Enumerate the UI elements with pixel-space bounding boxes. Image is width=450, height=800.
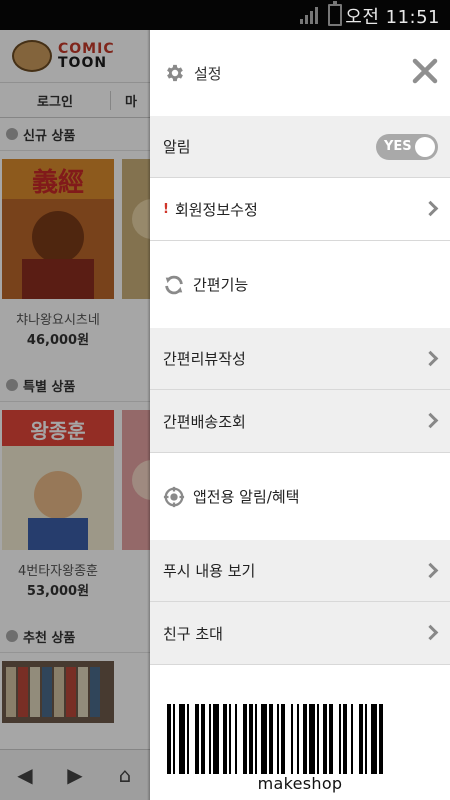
target-icon (163, 486, 185, 507)
chevron-right-icon (422, 412, 439, 429)
chevron-right-icon (422, 200, 439, 217)
notification-label: 알림 (163, 138, 191, 156)
drawer-header: 설정 (150, 30, 450, 116)
quick-features-header: 간편기능 (150, 241, 450, 328)
gear-icon (167, 64, 183, 82)
edit-member-info-label: 회원정보수정 (174, 200, 258, 219)
push-content-label: 푸시 내용 보기 (163, 562, 256, 580)
invite-friend-row[interactable]: 친구 초대 (150, 602, 450, 665)
dim-overlay[interactable] (0, 30, 150, 800)
delivery-tracking-row[interactable]: 간편배송조회 (150, 390, 450, 453)
toggle-label: YES (384, 138, 412, 154)
quick-review-label: 간편리뷰작성 (163, 350, 246, 368)
drawer-title: 설정 (194, 65, 222, 83)
quick-review-row[interactable]: 간편리뷰작성 (150, 328, 450, 390)
notification-toggle[interactable]: YES (376, 133, 438, 160)
push-content-row[interactable]: 푸시 내용 보기 (150, 540, 450, 602)
close-icon[interactable] (410, 56, 440, 86)
status-bar: 오전 11:51 (0, 0, 450, 30)
refresh-icon (165, 275, 183, 294)
app-benefits-label: 앱전용 알림/혜택 (193, 488, 300, 506)
delivery-tracking-label: 간편배송조회 (163, 412, 246, 431)
signal-icon (300, 7, 318, 24)
app-benefits-header: 앱전용 알림/혜택 (150, 453, 450, 540)
chevron-right-icon (422, 562, 439, 578)
barcode-area: makeshop (150, 670, 450, 800)
edit-member-info-row[interactable]: ! 회원정보수정 (150, 178, 450, 241)
quick-features-label: 간편기능 (193, 276, 249, 294)
invite-friend-label: 친구 초대 (163, 624, 223, 643)
barcode-image (167, 704, 383, 774)
barcode-text: makeshop (257, 774, 343, 793)
settings-drawer: 설정 알림 YES ! 회원정보수정 간편기능 간편리뷰작성 간편배송조회 앱전… (150, 30, 450, 800)
notification-row: 알림 YES (150, 116, 450, 178)
chevron-right-icon (422, 350, 439, 366)
alert-icon: ! (163, 201, 169, 217)
toggle-knob (415, 136, 435, 157)
status-clock: 오전 11:51 (345, 7, 440, 28)
battery-icon (328, 1, 342, 26)
chevron-right-icon (422, 624, 439, 641)
